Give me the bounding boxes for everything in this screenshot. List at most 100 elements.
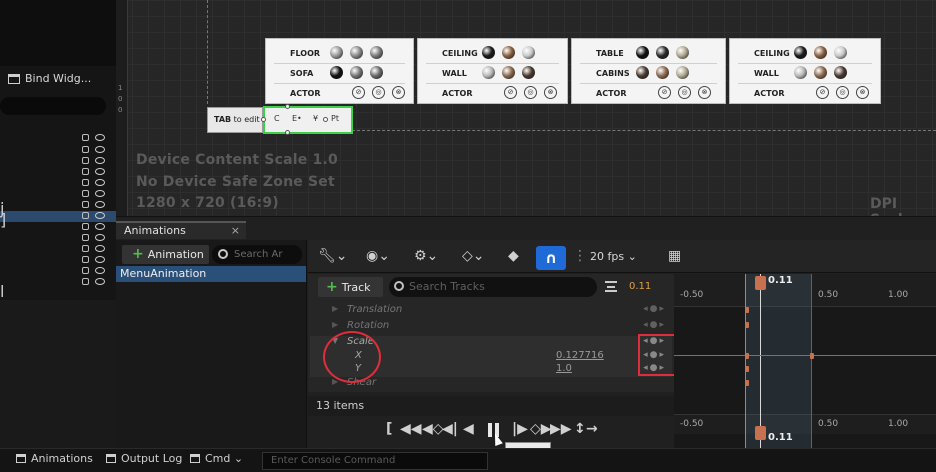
list-item-menu-animation[interactable]: MenuAnimation [116, 266, 306, 282]
eye-icon[interactable] [95, 201, 105, 208]
hierarchy-row[interactable] [0, 133, 116, 144]
material-card[interactable]: TABLE CABINS ACTOR ⊘ ◎ ⊗ [571, 38, 726, 104]
material-swatch[interactable] [522, 46, 535, 59]
material-swatch[interactable] [522, 66, 535, 79]
material-swatch[interactable] [834, 66, 847, 79]
material-swatch[interactable] [330, 46, 343, 59]
material-swatch[interactable] [482, 46, 495, 59]
lock-icon[interactable] [82, 256, 89, 263]
lock-icon[interactable] [82, 179, 89, 186]
material-swatch[interactable] [350, 66, 363, 79]
cmd-dropdown[interactable]: Cmd ⌄ [190, 452, 256, 470]
material-swatch[interactable] [502, 46, 515, 59]
material-swatch[interactable] [636, 46, 649, 59]
tab-output-log[interactable]: Output Log [106, 452, 182, 465]
resize-handle[interactable] [261, 117, 266, 122]
eye-icon[interactable] [95, 245, 105, 252]
lock-icon[interactable] [82, 212, 89, 219]
key-diamond-icon[interactable]: ◇⌄ [462, 248, 485, 264]
close-icon[interactable]: × [231, 223, 240, 239]
material-swatch[interactable] [814, 66, 827, 79]
track-search-input[interactable]: Search Tracks [389, 277, 597, 297]
material-swatch[interactable] [370, 66, 383, 79]
step-back-icon[interactable]: ◀| [442, 421, 458, 437]
lock-icon[interactable] [82, 168, 89, 175]
keyframe[interactable] [745, 322, 749, 328]
bind-widgets-button[interactable]: Bind Widg... [8, 72, 91, 85]
curve-editor-icon[interactable]: ▦ [668, 248, 681, 264]
hierarchy-row[interactable] [0, 200, 116, 211]
actor-option-icon[interactable]: ⊗ [698, 86, 711, 99]
material-swatch[interactable] [814, 46, 827, 59]
selected-widget[interactable]: C E• ¥ Pt [261, 104, 353, 135]
material-swatch[interactable] [370, 46, 383, 59]
jump-to-start-icon[interactable]: [ [386, 421, 392, 437]
fps-dropdown[interactable]: 20 fps ⌄ [590, 250, 637, 263]
hierarchy-row[interactable] [0, 211, 116, 222]
keyframe[interactable] [745, 307, 749, 313]
eye-icon[interactable] [95, 179, 105, 186]
console-command-input[interactable]: Enter Console Command [262, 452, 488, 470]
track-rotation[interactable]: ▶ Rotation ◂●▸ [310, 320, 672, 334]
resize-handle[interactable] [323, 117, 328, 122]
expand-arrow-icon[interactable]: ▶ [332, 320, 338, 329]
actor-option-icon[interactable]: ⊘ [504, 86, 517, 99]
eye-icon[interactable] [95, 278, 105, 285]
material-swatch[interactable] [676, 66, 689, 79]
playhead-handle-bottom[interactable] [755, 426, 766, 440]
previous-key-icon[interactable]: ◀◇ [422, 421, 444, 437]
add-key-icon[interactable]: ◆ [508, 248, 519, 264]
eye-icon[interactable] [95, 190, 105, 197]
lock-icon[interactable] [82, 234, 89, 241]
material-swatch[interactable] [350, 46, 363, 59]
material-swatch[interactable] [794, 66, 807, 79]
lock-icon[interactable] [82, 245, 89, 252]
eye-icon[interactable] [95, 168, 105, 175]
snap-magnet-button[interactable]: ∩ [536, 246, 566, 270]
hierarchy-search-input[interactable] [0, 97, 106, 115]
track-value-x[interactable]: 0.127716 [556, 350, 604, 361]
play-reverse-icon[interactable]: ◀ [463, 421, 474, 437]
actor-option-icon[interactable]: ⊗ [392, 86, 405, 99]
playhead-handle-top[interactable] [755, 276, 766, 290]
material-card[interactable]: CEILING WALL ACTOR ⊘ ◎ ⊗ [417, 38, 568, 104]
actor-option-icon[interactable]: ⊗ [856, 86, 869, 99]
track-value-y[interactable]: 1.0 [556, 363, 572, 374]
hierarchy-row[interactable] [0, 167, 116, 178]
hierarchy-row[interactable] [0, 178, 116, 189]
actor-option-icon[interactable]: ⊘ [352, 86, 365, 99]
keyframe[interactable] [745, 366, 749, 372]
animation-search-input[interactable]: Search Ar [212, 245, 302, 264]
eye-icon[interactable] [95, 212, 105, 219]
hierarchy-row[interactable] [0, 244, 116, 255]
lock-icon[interactable] [82, 267, 89, 274]
lock-icon[interactable] [82, 146, 89, 153]
eye-icon[interactable] [95, 157, 105, 164]
keyframe[interactable] [745, 353, 749, 359]
eye-icon[interactable]: ◉⌄ [366, 248, 390, 264]
eye-icon[interactable] [95, 256, 105, 263]
lock-icon[interactable] [82, 223, 89, 230]
lock-icon[interactable] [82, 157, 89, 164]
eye-icon[interactable] [95, 267, 105, 274]
eye-icon[interactable] [95, 146, 105, 153]
settings-icon[interactable]: ⚙⌄ [414, 248, 438, 264]
lock-icon[interactable] [82, 201, 89, 208]
step-forward-icon[interactable]: |▶ [512, 421, 528, 437]
filter-icon[interactable] [605, 281, 617, 292]
eye-icon[interactable] [95, 234, 105, 241]
actor-option-icon[interactable]: ◎ [836, 86, 849, 99]
add-animation-button[interactable]: + Animation [122, 245, 209, 264]
key-nav-icon[interactable]: ◂●▸ [643, 320, 666, 330]
hierarchy-row[interactable] [0, 222, 116, 233]
keyframe[interactable] [810, 353, 814, 359]
hierarchy-row[interactable] [0, 145, 116, 156]
keyframe[interactable] [745, 380, 749, 386]
material-card[interactable]: CEILING WALL ACTOR ⊘ ◎ ⊗ [729, 38, 881, 104]
expand-arrow-icon[interactable]: ▶ [332, 304, 338, 313]
hierarchy-row[interactable] [0, 277, 116, 288]
range-start-marker[interactable] [745, 274, 746, 448]
hierarchy-row[interactable] [0, 266, 116, 277]
hierarchy-row[interactable] [0, 156, 116, 167]
actor-option-icon[interactable]: ⊘ [816, 86, 829, 99]
